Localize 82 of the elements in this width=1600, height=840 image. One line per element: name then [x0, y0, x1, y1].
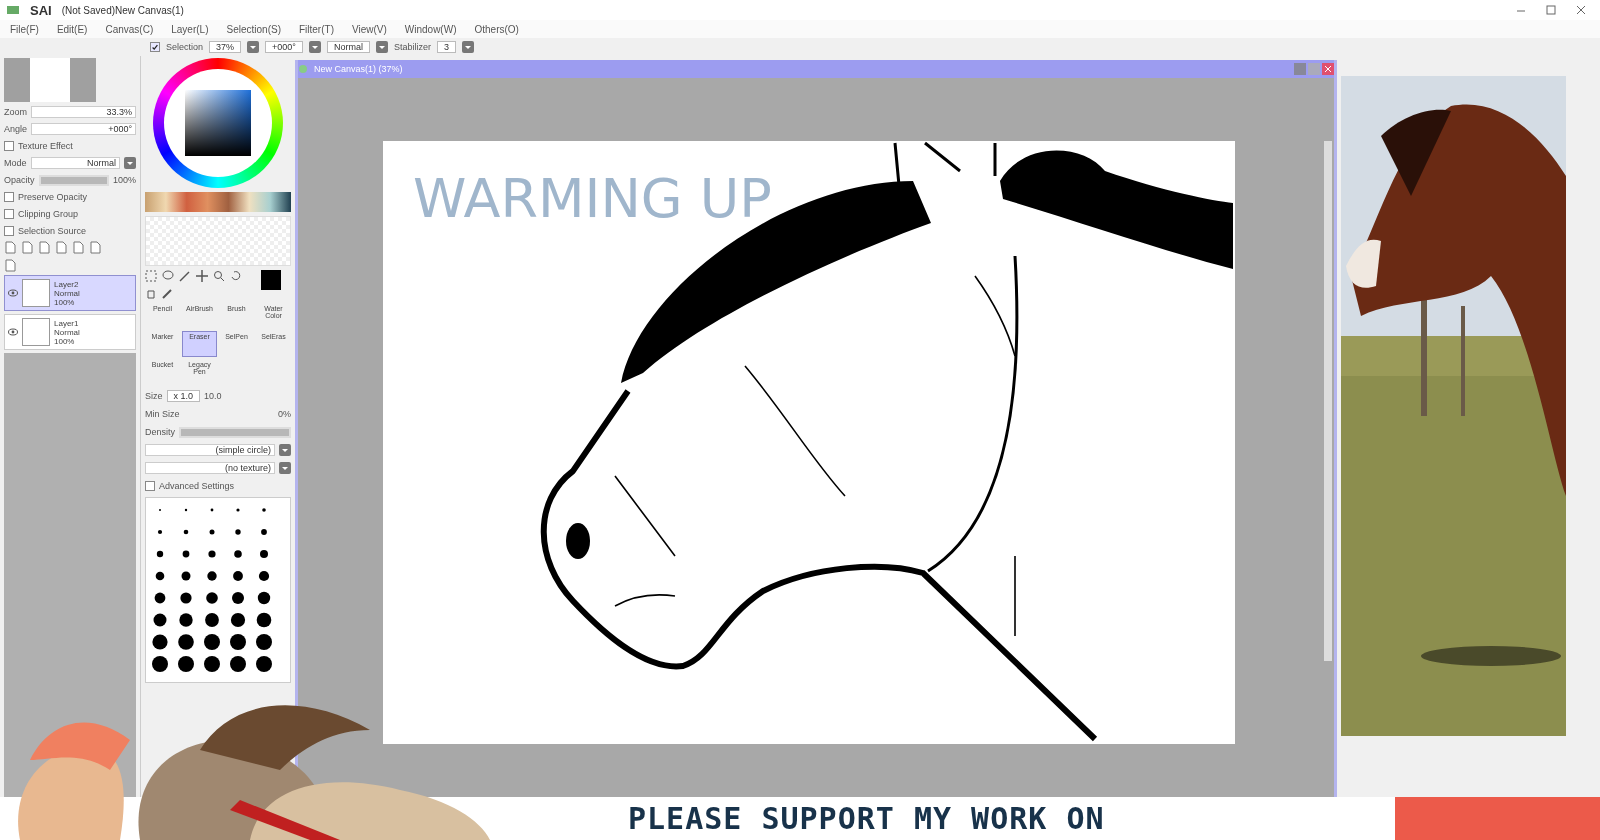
opacity-slider[interactable]: [40, 176, 107, 184]
menu-item[interactable]: View(V): [351, 23, 387, 35]
maximize-icon[interactable]: [1546, 5, 1556, 15]
layer-name: Layer1: [54, 318, 79, 328]
layer-thumbnail: [22, 279, 50, 307]
density-label: Density: [145, 427, 175, 437]
close-icon[interactable]: [1576, 5, 1586, 15]
min-size-label: Min Size: [145, 409, 180, 419]
size-multiplier-field[interactable]: x 1.0: [166, 390, 201, 402]
menu-item[interactable]: Edit(E): [56, 23, 88, 35]
advanced-settings-label: Advanced Settings: [159, 481, 235, 491]
zoom-value[interactable]: 33.3%: [31, 106, 136, 118]
checkbox[interactable]: [4, 209, 14, 219]
option-label: Preserve Opacity: [18, 192, 88, 202]
option-label: Selection Source: [18, 226, 87, 236]
canvas-icon: [298, 64, 308, 74]
zoom-label: Zoom: [4, 107, 27, 117]
layer-opacity: 100%: [54, 297, 76, 307]
checkbox[interactable]: [4, 141, 14, 151]
angle-label: Angle: [4, 124, 28, 134]
menu-item[interactable]: File(F): [10, 23, 39, 35]
blend-mode-field[interactable]: Normal: [326, 41, 370, 53]
min-size-value: 0%: [278, 409, 291, 419]
angle-field[interactable]: +000°: [265, 41, 303, 53]
size-value: 10.0: [204, 391, 222, 401]
checkbox[interactable]: [4, 192, 14, 202]
layer-item[interactable]: Layer2 Normal 100%: [4, 275, 136, 311]
selection-label: Selection: [166, 42, 204, 52]
menu-item[interactable]: Others(O): [474, 23, 519, 35]
checkbox[interactable]: [150, 42, 160, 52]
brush-shape-field[interactable]: (simple circle): [145, 444, 275, 456]
app-logo: SAI: [30, 2, 52, 18]
layer-action-icon[interactable]: [55, 241, 67, 254]
layer-opacity: 100%: [54, 336, 76, 346]
brush-texture-field[interactable]: (no texture): [145, 462, 275, 474]
banner-text: PLEASE SUPPORT MY WORK ON: [628, 801, 1105, 836]
lasso-icon[interactable]: [162, 270, 174, 282]
opacity-label: Opacity: [4, 175, 35, 185]
close-icon[interactable]: [1322, 63, 1334, 75]
mode-label: Mode: [4, 158, 27, 168]
layer-mode: Normal: [54, 288, 80, 298]
color-swatch-icon[interactable]: [261, 270, 281, 290]
stabilizer-label: Stabilizer: [393, 42, 431, 52]
menu-item[interactable]: Filter(T): [298, 23, 334, 35]
effect-label: Texture Effect: [18, 141, 73, 151]
canvas-caption: WARMING UP: [413, 167, 772, 230]
layer-mode: Normal: [54, 327, 80, 337]
layer-name: Layer2: [54, 279, 79, 289]
zoom-field[interactable]: 37%: [209, 41, 242, 53]
option-label: Clipping Group: [18, 209, 79, 219]
layer-action-icon[interactable]: [21, 241, 33, 254]
menu-item[interactable]: Window(W): [404, 23, 457, 35]
layer-item[interactable]: Layer1 Normal 100%: [4, 314, 136, 350]
density-slider[interactable]: [181, 428, 289, 436]
angle-value[interactable]: +000°: [31, 123, 136, 135]
app-icon: [6, 3, 20, 17]
mode-field[interactable]: Normal: [30, 157, 120, 169]
layer-action-icon[interactable]: [72, 241, 84, 254]
scrollbar[interactable]: [1324, 141, 1332, 661]
layer-action-icon[interactable]: [4, 241, 16, 254]
layer-action-icon[interactable]: [4, 259, 16, 272]
checkbox[interactable]: [145, 481, 155, 491]
layer-action-icon[interactable]: [38, 241, 50, 254]
window-title: (Not Saved)New Canvas(1): [61, 4, 184, 16]
navigator-preview[interactable]: [4, 58, 96, 102]
layer-action-icon[interactable]: [89, 241, 101, 254]
canvas-window-title: New Canvas(1) (37%): [314, 64, 403, 74]
eye-icon[interactable]: [8, 289, 18, 297]
stabilizer-field[interactable]: 3: [436, 41, 456, 53]
checkbox[interactable]: [4, 226, 14, 236]
rect-select-icon[interactable]: [145, 270, 157, 282]
menu-item[interactable]: Layer(L): [171, 23, 209, 35]
move-icon[interactable]: [196, 270, 208, 282]
zoom-icon[interactable]: [213, 270, 225, 282]
size-label: Size: [145, 391, 163, 401]
eye-icon[interactable]: [8, 328, 18, 336]
color-swatches[interactable]: [145, 192, 291, 212]
layer-thumbnail: [22, 318, 50, 346]
opacity-value: 100%: [112, 175, 136, 185]
menu-item[interactable]: Selection(S): [226, 23, 281, 35]
menu-item[interactable]: Canvas(C): [105, 23, 154, 35]
rotate-icon[interactable]: [230, 270, 242, 282]
